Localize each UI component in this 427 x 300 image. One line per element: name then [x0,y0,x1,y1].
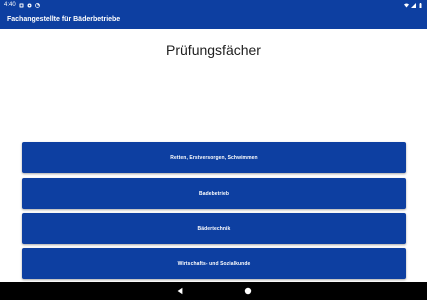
status-time: 4:40 [4,2,16,8]
status-right [404,2,423,8]
home-icon [244,287,251,295]
data-saver-icon [34,2,40,8]
app-title: Fachangestellte für Bäderbetriebe [7,16,121,23]
subject-button-baedertechnik[interactable]: Bädertechnik [22,213,406,244]
subject-button-badebetrieb[interactable]: Badebetrieb [22,178,406,209]
battery-icon [419,2,422,8]
wifi-icon [404,3,409,7]
status-left: 4:40 [4,2,40,8]
sim-icon [19,3,24,7]
page-title: Prüfungsfächer [166,42,261,58]
status-bar: 4:40 [0,0,427,10]
home-button[interactable] [242,285,254,297]
back-icon [177,287,182,295]
app-bar: Fachangestellte für Bäderbetriebe [0,10,427,29]
subject-button-wirtschaft[interactable]: Wirtschafts- und Sozialkunde [22,248,406,279]
navigation-bar [0,282,427,300]
settings-icon [27,3,32,7]
signal-icon [411,2,416,8]
subject-button-retten[interactable]: Retten, Erstversorgen, Schwimmen [22,142,406,173]
back-button[interactable] [174,285,186,297]
